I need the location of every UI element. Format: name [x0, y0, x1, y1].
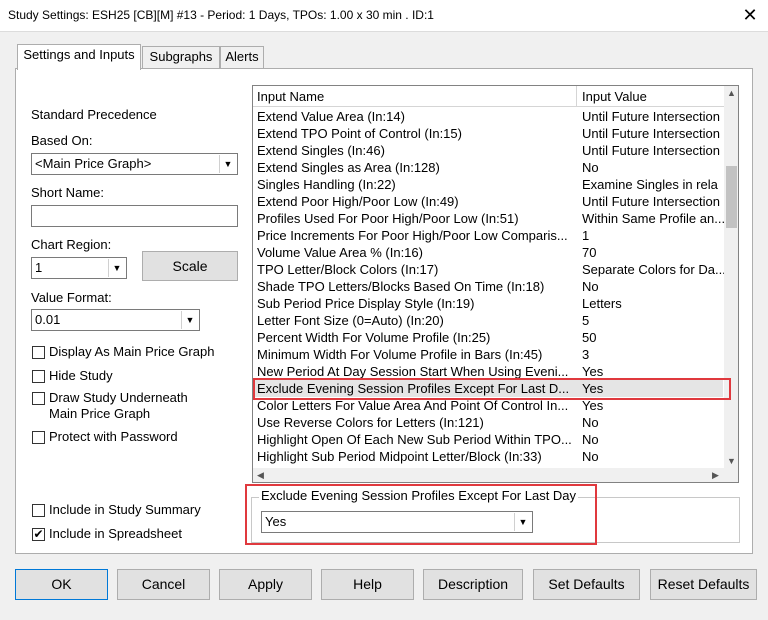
- table-row[interactable]: Letter Font Size (0=Auto) (In:20) 5: [253, 312, 723, 329]
- cancel-button[interactable]: Cancel: [117, 569, 210, 600]
- hide-study-checkbox[interactable]: [32, 370, 45, 383]
- table-row[interactable]: Extend Singles (In:46) Until Future Inter…: [253, 142, 723, 159]
- scroll-up-icon[interactable]: ▲: [724, 86, 738, 101]
- table-row[interactable]: Singles Handling (In:22) Examine Singles …: [253, 176, 723, 193]
- table-row[interactable]: Extend Singles as Area (In:128) No: [253, 159, 723, 176]
- table-row[interactable]: Extend Poor High/Poor Low (In:49) Until F…: [253, 193, 723, 210]
- include-in-study-summary-label: Include in Study Summary: [49, 502, 201, 517]
- close-icon[interactable]: ✕: [738, 4, 762, 26]
- standard-precedence-label: Standard Precedence: [31, 107, 157, 122]
- value-format-select[interactable]: 0.01 ▼: [31, 309, 200, 331]
- display-as-main-price-graph-checkbox[interactable]: [32, 346, 45, 359]
- column-divider[interactable]: [576, 86, 577, 107]
- highlight-box-editor: [245, 484, 597, 545]
- include-in-study-summary-checkbox[interactable]: [32, 504, 45, 517]
- tab-subgraphs[interactable]: Subgraphs: [142, 46, 220, 68]
- tab-settings-and-inputs[interactable]: Settings and Inputs: [17, 44, 141, 70]
- scale-button[interactable]: Scale: [142, 251, 238, 281]
- table-row[interactable]: Highlight Sub Period Midpoint Letter/Blo…: [253, 448, 723, 465]
- grid-header: Input Name Input Value: [253, 86, 725, 107]
- grid-rows: Extend Value Area (In:14) Until Future In…: [253, 108, 724, 465]
- highlight-box-row: [253, 378, 731, 400]
- include-in-spreadsheet-checkbox[interactable]: ✔: [32, 528, 45, 541]
- description-button[interactable]: Description: [423, 569, 523, 600]
- short-name-input[interactable]: [31, 205, 238, 227]
- apply-button[interactable]: Apply: [219, 569, 312, 600]
- protect-with-password-label: Protect with Password: [49, 429, 178, 444]
- vertical-scroll-thumb[interactable]: [726, 166, 737, 228]
- table-row[interactable]: Highlight Open Of Each New Sub Period Wi…: [253, 431, 723, 448]
- chevron-down-icon[interactable]: ▼: [219, 155, 236, 173]
- hide-study-label: Hide Study: [49, 368, 113, 383]
- title-divider: [0, 31, 768, 32]
- table-row[interactable]: TPO Letter/Block Colors (In:17) Separate …: [253, 261, 724, 278]
- table-row[interactable]: Price Increments For Poor High/Poor Low …: [253, 227, 723, 244]
- chart-region-select[interactable]: 1 ▼: [31, 257, 127, 279]
- value-format-label: Value Format:: [31, 290, 112, 305]
- table-row[interactable]: Use Reverse Colors for Letters (In:121) N…: [253, 414, 723, 431]
- inputs-grid[interactable]: Input Name Input Value Extend Value Area…: [252, 85, 739, 483]
- column-header-input-value[interactable]: Input Value: [582, 89, 647, 104]
- window-title: Study Settings: ESH25 [CB][M] #13 - Peri…: [8, 8, 434, 22]
- table-row[interactable]: Extend TPO Point of Control (In:15) Until…: [253, 125, 723, 142]
- table-row[interactable]: Sub Period Price Display Style (In:19) Le…: [253, 295, 723, 312]
- table-row[interactable]: Extend Value Area (In:14) Until Future In…: [253, 108, 723, 125]
- table-row[interactable]: Volume Value Area % (In:16) 70: [253, 244, 723, 261]
- ok-button[interactable]: OK: [15, 569, 108, 600]
- scroll-down-icon[interactable]: ▼: [724, 454, 738, 469]
- draw-study-underneath-label: Draw Study Underneath: [49, 390, 188, 405]
- table-row[interactable]: Percent Width For Volume Profile (In:25)…: [253, 329, 723, 346]
- tab-alerts[interactable]: Alerts: [220, 46, 264, 68]
- display-as-main-price-graph-label: Display As Main Price Graph: [49, 344, 215, 359]
- table-row[interactable]: Minimum Width For Volume Profile in Bars…: [253, 346, 723, 363]
- scroll-right-icon[interactable]: ▶: [708, 468, 723, 482]
- horizontal-scrollbar[interactable]: ◀ ▶: [253, 468, 738, 482]
- based-on-label: Based On:: [31, 133, 93, 148]
- draw-study-underneath-checkbox[interactable]: [32, 392, 45, 405]
- vertical-scrollbar[interactable]: ▲ ▼: [724, 86, 738, 469]
- table-row[interactable]: Shade TPO Letters/Blocks Based On Time (…: [253, 278, 723, 295]
- scroll-left-icon[interactable]: ◀: [253, 468, 268, 482]
- chevron-down-icon[interactable]: ▼: [108, 259, 125, 277]
- reset-defaults-button[interactable]: Reset Defaults: [650, 569, 757, 600]
- draw-study-underneath-label-line2: Main Price Graph: [49, 406, 151, 421]
- based-on-value: <Main Price Graph>: [35, 156, 152, 171]
- table-row[interactable]: Profiles Used For Poor High/Poor Low (In…: [253, 210, 724, 227]
- protect-with-password-checkbox[interactable]: [32, 431, 45, 444]
- short-name-label: Short Name:: [31, 185, 104, 200]
- chevron-down-icon[interactable]: ▼: [181, 311, 198, 329]
- set-defaults-button[interactable]: Set Defaults: [533, 569, 640, 600]
- based-on-select[interactable]: <Main Price Graph> ▼: [31, 153, 238, 175]
- chart-region-label: Chart Region:: [31, 237, 112, 252]
- help-button[interactable]: Help: [321, 569, 414, 600]
- chart-region-value: 1: [35, 260, 43, 275]
- include-in-spreadsheet-label: Include in Spreadsheet: [49, 526, 182, 541]
- value-format-value: 0.01: [35, 312, 61, 327]
- column-header-input-name[interactable]: Input Name: [257, 89, 324, 104]
